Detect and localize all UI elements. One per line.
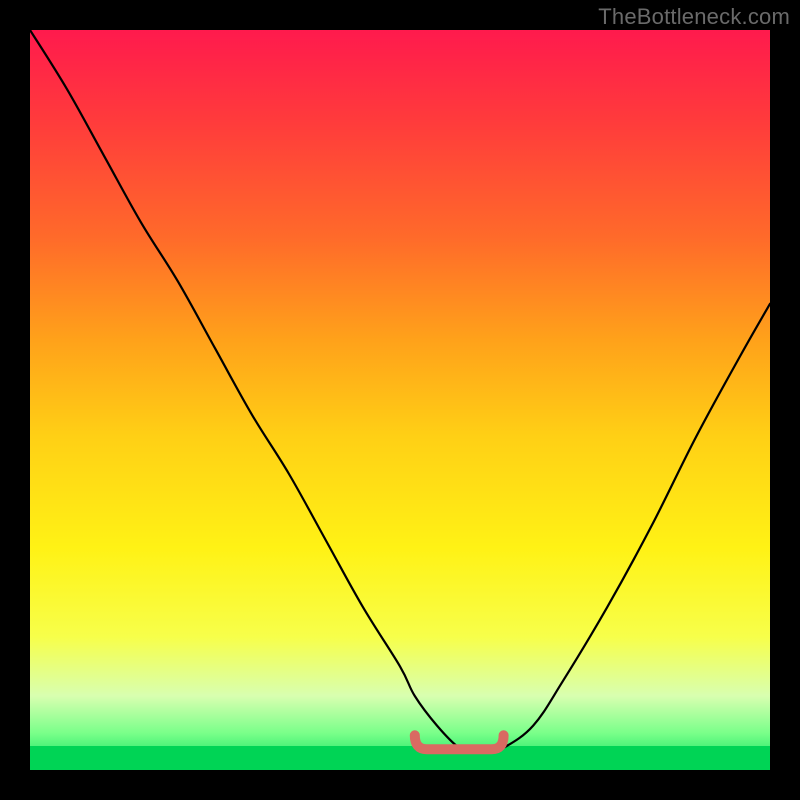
plot-area: [30, 30, 770, 770]
watermark-text: TheBottleneck.com: [598, 4, 790, 30]
bottleneck-curve-path: [30, 30, 770, 752]
optimal-range-marker: [415, 735, 504, 749]
chart-frame: TheBottleneck.com: [0, 0, 800, 800]
curve-svg: [30, 30, 770, 770]
